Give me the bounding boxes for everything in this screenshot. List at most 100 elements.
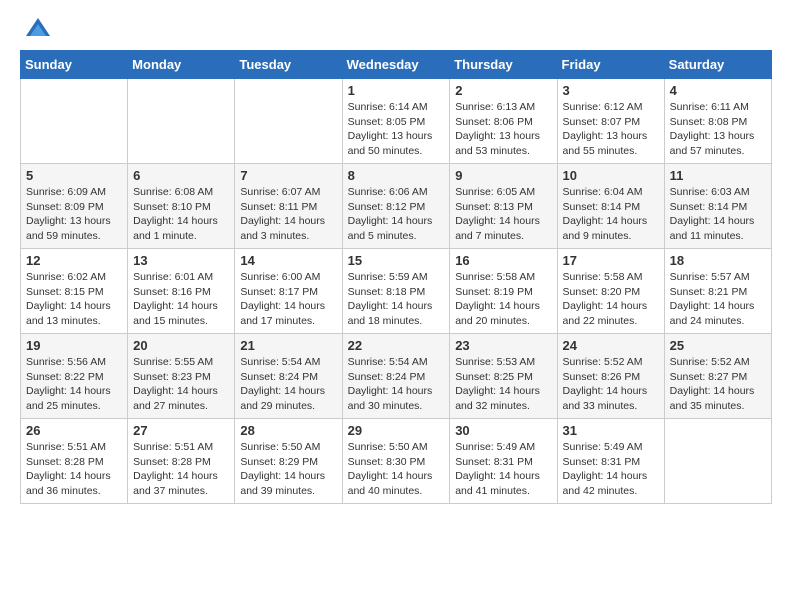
day-number: 29: [348, 423, 445, 438]
day-number: 15: [348, 253, 445, 268]
day-number: 4: [670, 83, 766, 98]
day-number: 6: [133, 168, 229, 183]
day-header-monday: Monday: [128, 51, 235, 79]
day-number: 27: [133, 423, 229, 438]
day-number: 21: [240, 338, 336, 353]
day-info: Sunrise: 6:05 AM Sunset: 8:13 PM Dayligh…: [455, 185, 551, 244]
day-info: Sunrise: 6:02 AM Sunset: 8:15 PM Dayligh…: [26, 270, 122, 329]
calendar-cell: 30 Sunrise: 5:49 AM Sunset: 8:31 PM Dayli…: [450, 419, 557, 504]
day-header-wednesday: Wednesday: [342, 51, 450, 79]
day-info: Sunrise: 6:00 AM Sunset: 8:17 PM Dayligh…: [240, 270, 336, 329]
day-number: 5: [26, 168, 122, 183]
calendar-cell: [21, 79, 128, 164]
day-number: 30: [455, 423, 551, 438]
day-number: 13: [133, 253, 229, 268]
day-header-tuesday: Tuesday: [235, 51, 342, 79]
day-number: 23: [455, 338, 551, 353]
calendar-cell: 9 Sunrise: 6:05 AM Sunset: 8:13 PM Daylig…: [450, 164, 557, 249]
calendar-week-4: 19 Sunrise: 5:56 AM Sunset: 8:22 PM Dayli…: [21, 334, 772, 419]
calendar-cell: [235, 79, 342, 164]
day-info: Sunrise: 5:51 AM Sunset: 8:28 PM Dayligh…: [26, 440, 122, 499]
calendar-cell: 22Sunrise: 5:54 AM Sunset: 8:24 PM Dayli…: [342, 334, 450, 419]
day-number: 12: [26, 253, 122, 268]
day-info: Sunrise: 6:12 AM Sunset: 8:07 PM Dayligh…: [563, 100, 659, 159]
day-info: Sunrise: 5:57 AM Sunset: 8:21 PM Dayligh…: [670, 270, 766, 329]
calendar-table: SundayMondayTuesdayWednesdayThursdayFrid…: [20, 50, 772, 504]
day-number: 19: [26, 338, 122, 353]
calendar-body: 1 Sunrise: 6:14 AM Sunset: 8:05 PM Daylig…: [21, 79, 772, 504]
day-info: Sunrise: 6:07 AM Sunset: 8:11 PM Dayligh…: [240, 185, 336, 244]
calendar-week-1: 1 Sunrise: 6:14 AM Sunset: 8:05 PM Daylig…: [21, 79, 772, 164]
logo-icon: [24, 16, 52, 44]
calendar-week-5: 26 Sunrise: 5:51 AM Sunset: 8:28 PM Dayli…: [21, 419, 772, 504]
day-header-saturday: Saturday: [664, 51, 771, 79]
calendar-cell: [128, 79, 235, 164]
day-info: Sunrise: 6:04 AM Sunset: 8:14 PM Dayligh…: [563, 185, 659, 244]
calendar-cell: 20 Sunrise: 5:55 AM Sunset: 8:23 PM Dayli…: [128, 334, 235, 419]
calendar-cell: 17 Sunrise: 5:58 AM Sunset: 8:20 PM Dayli…: [557, 249, 664, 334]
day-number: 10: [563, 168, 659, 183]
day-number: 11: [670, 168, 766, 183]
day-info: Sunrise: 5:52 AM Sunset: 8:27 PM Dayligh…: [670, 355, 766, 414]
day-info: Sunrise: 5:55 AM Sunset: 8:23 PM Dayligh…: [133, 355, 229, 414]
day-info: Sunrise: 6:03 AM Sunset: 8:14 PM Dayligh…: [670, 185, 766, 244]
calendar-cell: 12 Sunrise: 6:02 AM Sunset: 8:15 PM Dayli…: [21, 249, 128, 334]
day-info: Sunrise: 5:53 AM Sunset: 8:25 PM Dayligh…: [455, 355, 551, 414]
calendar-cell: 5 Sunrise: 6:09 AM Sunset: 8:09 PM Daylig…: [21, 164, 128, 249]
day-info: Sunrise: 5:50 AM Sunset: 8:30 PM Dayligh…: [348, 440, 445, 499]
day-number: 20: [133, 338, 229, 353]
day-number: 2: [455, 83, 551, 98]
day-number: 14: [240, 253, 336, 268]
day-info: Sunrise: 6:08 AM Sunset: 8:10 PM Dayligh…: [133, 185, 229, 244]
day-info: Sunrise: 5:58 AM Sunset: 8:20 PM Dayligh…: [563, 270, 659, 329]
day-info: Sunrise: 5:51 AM Sunset: 8:28 PM Dayligh…: [133, 440, 229, 499]
day-number: 3: [563, 83, 659, 98]
day-header-sunday: Sunday: [21, 51, 128, 79]
calendar-cell: 31Sunrise: 5:49 AM Sunset: 8:31 PM Dayli…: [557, 419, 664, 504]
calendar-cell: 1 Sunrise: 6:14 AM Sunset: 8:05 PM Daylig…: [342, 79, 450, 164]
day-info: Sunrise: 6:14 AM Sunset: 8:05 PM Dayligh…: [348, 100, 445, 159]
calendar-cell: 26 Sunrise: 5:51 AM Sunset: 8:28 PM Dayli…: [21, 419, 128, 504]
calendar-cell: 24 Sunrise: 5:52 AM Sunset: 8:26 PM Dayli…: [557, 334, 664, 419]
calendar-cell: [664, 419, 771, 504]
calendar-header: SundayMondayTuesdayWednesdayThursdayFrid…: [21, 51, 772, 79]
day-number: 8: [348, 168, 445, 183]
day-info: Sunrise: 6:01 AM Sunset: 8:16 PM Dayligh…: [133, 270, 229, 329]
day-info: Sunrise: 6:11 AM Sunset: 8:08 PM Dayligh…: [670, 100, 766, 159]
day-number: 31: [563, 423, 659, 438]
day-info: Sunrise: 5:50 AM Sunset: 8:29 PM Dayligh…: [240, 440, 336, 499]
day-number: 28: [240, 423, 336, 438]
calendar-cell: 28 Sunrise: 5:50 AM Sunset: 8:29 PM Dayli…: [235, 419, 342, 504]
calendar-cell: 18Sunrise: 5:57 AM Sunset: 8:21 PM Dayli…: [664, 249, 771, 334]
day-info: Sunrise: 5:54 AM Sunset: 8:24 PM Dayligh…: [240, 355, 336, 414]
day-info: Sunrise: 5:49 AM Sunset: 8:31 PM Dayligh…: [455, 440, 551, 499]
day-info: Sunrise: 5:59 AM Sunset: 8:18 PM Dayligh…: [348, 270, 445, 329]
calendar-week-2: 5 Sunrise: 6:09 AM Sunset: 8:09 PM Daylig…: [21, 164, 772, 249]
day-info: Sunrise: 5:54 AM Sunset: 8:24 PM Dayligh…: [348, 355, 445, 414]
day-number: 17: [563, 253, 659, 268]
calendar-cell: 21 Sunrise: 5:54 AM Sunset: 8:24 PM Dayli…: [235, 334, 342, 419]
day-info: Sunrise: 5:52 AM Sunset: 8:26 PM Dayligh…: [563, 355, 659, 414]
day-number: 9: [455, 168, 551, 183]
calendar-cell: 19 Sunrise: 5:56 AM Sunset: 8:22 PM Dayli…: [21, 334, 128, 419]
day-info: Sunrise: 5:58 AM Sunset: 8:19 PM Dayligh…: [455, 270, 551, 329]
day-info: Sunrise: 6:13 AM Sunset: 8:06 PM Dayligh…: [455, 100, 551, 159]
calendar-cell: 4 Sunrise: 6:11 AM Sunset: 8:08 PM Daylig…: [664, 79, 771, 164]
day-info: Sunrise: 5:56 AM Sunset: 8:22 PM Dayligh…: [26, 355, 122, 414]
calendar-cell: 2 Sunrise: 6:13 AM Sunset: 8:06 PM Daylig…: [450, 79, 557, 164]
day-number: 24: [563, 338, 659, 353]
calendar-cell: 6 Sunrise: 6:08 AM Sunset: 8:10 PM Daylig…: [128, 164, 235, 249]
calendar-cell: 7Sunrise: 6:07 AM Sunset: 8:11 PM Daylig…: [235, 164, 342, 249]
calendar-cell: 8Sunrise: 6:06 AM Sunset: 8:12 PM Daylig…: [342, 164, 450, 249]
calendar-cell: 25 Sunrise: 5:52 AM Sunset: 8:27 PM Dayli…: [664, 334, 771, 419]
day-number: 16: [455, 253, 551, 268]
page-header: [20, 20, 772, 44]
calendar-cell: 23 Sunrise: 5:53 AM Sunset: 8:25 PM Dayli…: [450, 334, 557, 419]
calendar-cell: 15 Sunrise: 5:59 AM Sunset: 8:18 PM Dayli…: [342, 249, 450, 334]
day-number: 25: [670, 338, 766, 353]
day-number: 1: [348, 83, 445, 98]
days-of-week-row: SundayMondayTuesdayWednesdayThursdayFrid…: [21, 51, 772, 79]
day-info: Sunrise: 6:09 AM Sunset: 8:09 PM Dayligh…: [26, 185, 122, 244]
day-number: 26: [26, 423, 122, 438]
calendar-cell: 10 Sunrise: 6:04 AM Sunset: 8:14 PM Dayli…: [557, 164, 664, 249]
